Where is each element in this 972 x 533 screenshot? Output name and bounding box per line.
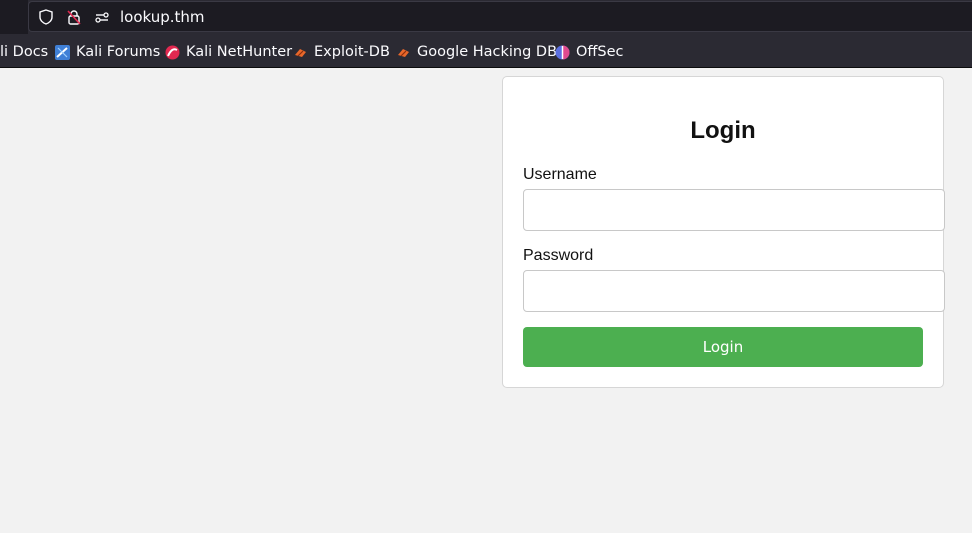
login-card: Login Username Password Login <box>502 76 945 388</box>
bookmarks-toolbar: li Docs Kali Forums Kali NetHunter Explo… <box>0 34 972 68</box>
address-bar[interactable]: lookup.thm <box>28 1 972 32</box>
kali-nethunter-icon <box>165 45 180 60</box>
bookmark-label: Exploit-DB <box>314 44 390 60</box>
exploit-db-icon <box>293 45 308 60</box>
bookmark-kali-docs[interactable]: li Docs <box>0 43 48 61</box>
google-hacking-db-icon <box>396 45 411 60</box>
browser-chrome: lookup.thm li Docs Kali Forums Kali NetH… <box>0 0 972 68</box>
insecure-lock-icon[interactable] <box>66 9 82 25</box>
password-input[interactable] <box>523 270 945 312</box>
tab-strip <box>0 0 28 34</box>
username-input[interactable] <box>523 189 945 231</box>
bookmark-exploit-db[interactable]: Exploit-DB <box>293 43 390 61</box>
kali-forums-icon <box>55 44 70 60</box>
bookmark-kali-forums[interactable]: Kali Forums <box>55 43 160 61</box>
bookmark-google-hacking-db[interactable]: Google Hacking DB <box>396 43 557 61</box>
shield-icon[interactable] <box>38 9 54 25</box>
username-label: Username <box>523 166 597 183</box>
bookmark-label: OffSec <box>576 44 624 60</box>
password-label: Password <box>523 247 594 264</box>
login-button[interactable]: Login <box>523 327 923 367</box>
login-title: Login <box>690 117 756 144</box>
bookmark-label: Kali Forums <box>76 44 161 60</box>
bookmark-label: Kali NetHunter <box>186 44 293 60</box>
bookmark-offsec[interactable]: OffSec <box>555 43 624 61</box>
offsec-icon <box>555 45 570 60</box>
bookmark-kali-nethunter[interactable]: Kali NetHunter <box>165 43 292 61</box>
url-text[interactable]: lookup.thm <box>120 8 205 26</box>
site-permissions-icon[interactable] <box>94 9 110 25</box>
bookmark-label: li Docs <box>0 44 49 60</box>
bookmark-label: Google Hacking DB <box>417 44 558 60</box>
